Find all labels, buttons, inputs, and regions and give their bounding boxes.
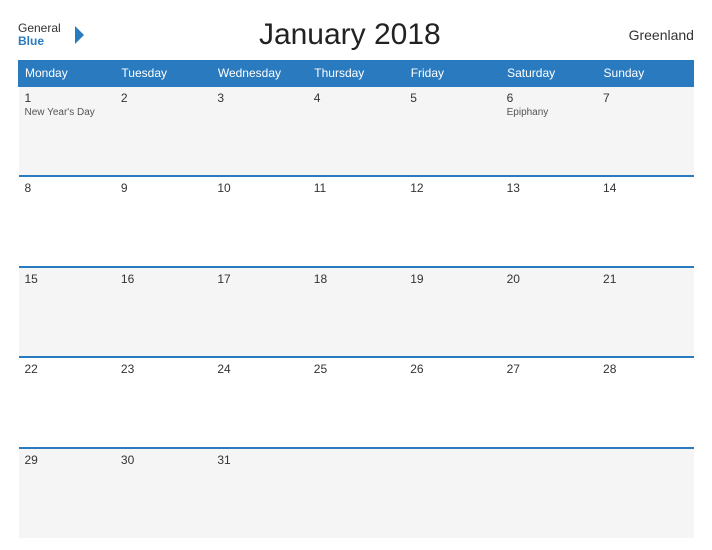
calendar-cell: 26 [404,357,500,447]
day-event: Epiphany [507,107,591,118]
day-number: 23 [121,362,205,376]
header-sunday: Sunday [597,61,693,87]
day-number: 21 [603,272,687,286]
logo-flag-icon [64,24,86,46]
day-number: 5 [410,91,494,105]
calendar-cell: 17 [211,267,307,357]
calendar-cell: 12 [404,176,500,266]
day-number: 12 [410,181,494,195]
calendar-cell: 16 [115,267,211,357]
region-label: Greenland [614,27,694,43]
logo-blue-text: Blue [18,35,61,48]
calendar-cell: 11 [308,176,404,266]
calendar-cell: 24 [211,357,307,447]
calendar-table: Monday Tuesday Wednesday Thursday Friday… [18,60,694,538]
header-tuesday: Tuesday [115,61,211,87]
calendar-cell: 4 [308,86,404,176]
calendar-cell: 19 [404,267,500,357]
calendar-page: General Blue January 2018 Greenland Mond… [0,0,712,550]
day-number: 22 [25,362,109,376]
calendar-cell: 30 [115,448,211,538]
calendar-week-row: 29 30 31 [19,448,694,538]
calendar-cell: 22 [19,357,115,447]
day-number: 24 [217,362,301,376]
day-number: 14 [603,181,687,195]
logo: General Blue [18,22,86,48]
day-number: 8 [25,181,109,195]
header-wednesday: Wednesday [211,61,307,87]
day-number: 7 [603,91,687,105]
calendar-cell: 25 [308,357,404,447]
calendar-cell: 6 Epiphany [501,86,597,176]
calendar-week-row: 89 10 11 12 13 14 [19,176,694,266]
day-number: 1 [25,91,109,105]
day-number: 4 [314,91,398,105]
day-number: 10 [217,181,301,195]
calendar-cell: 21 [597,267,693,357]
calendar-cell: 2 [115,86,211,176]
calendar-cell: 27 [501,357,597,447]
day-number: 20 [507,272,591,286]
header-monday: Monday [19,61,115,87]
calendar-cell: 29 [19,448,115,538]
calendar-cell: 31 [211,448,307,538]
calendar-cell: 13 [501,176,597,266]
day-number: 17 [217,272,301,286]
calendar-cell [404,448,500,538]
calendar-cell: 3 [211,86,307,176]
calendar-cell: 28 [597,357,693,447]
calendar-cell: 23 [115,357,211,447]
header-thursday: Thursday [308,61,404,87]
calendar-cell: 1 New Year's Day [19,86,115,176]
calendar-week-row: 22 23 24 25 26 27 28 [19,357,694,447]
calendar-cell: 14 [597,176,693,266]
calendar-cell: 20 [501,267,597,357]
header-saturday: Saturday [501,61,597,87]
day-number: 16 [121,272,205,286]
day-event: New Year's Day [25,107,109,118]
calendar-grid: Monday Tuesday Wednesday Thursday Friday… [18,60,694,538]
calendar-cell [597,448,693,538]
weekday-header-row: Monday Tuesday Wednesday Thursday Friday… [19,61,694,87]
calendar-cell [308,448,404,538]
day-number: 11 [314,181,398,195]
calendar-cell: 8 [19,176,115,266]
day-number: 2 [121,91,205,105]
header: General Blue January 2018 Greenland [18,18,694,52]
day-number: 13 [507,181,591,195]
calendar-cell: 18 [308,267,404,357]
day-number: 31 [217,453,301,467]
day-number: 6 [507,91,591,105]
day-number: 28 [603,362,687,376]
calendar-cell: 15 [19,267,115,357]
calendar-week-row: 15 16 17 18 19 20 21 [19,267,694,357]
day-number: 27 [507,362,591,376]
day-number: 3 [217,91,301,105]
day-number: 18 [314,272,398,286]
day-number: 26 [410,362,494,376]
day-number: 19 [410,272,494,286]
calendar-title: January 2018 [259,18,441,52]
calendar-cell: 5 [404,86,500,176]
day-number: 25 [314,362,398,376]
calendar-cell: 9 [115,176,211,266]
calendar-cell: 7 [597,86,693,176]
day-number: 9 [121,181,205,195]
calendar-cell [501,448,597,538]
day-number: 15 [25,272,109,286]
calendar-week-row: 1 New Year's Day 23456 Epiphany 7 [19,86,694,176]
day-number: 29 [25,453,109,467]
calendar-cell: 10 [211,176,307,266]
header-friday: Friday [404,61,500,87]
day-number: 30 [121,453,205,467]
